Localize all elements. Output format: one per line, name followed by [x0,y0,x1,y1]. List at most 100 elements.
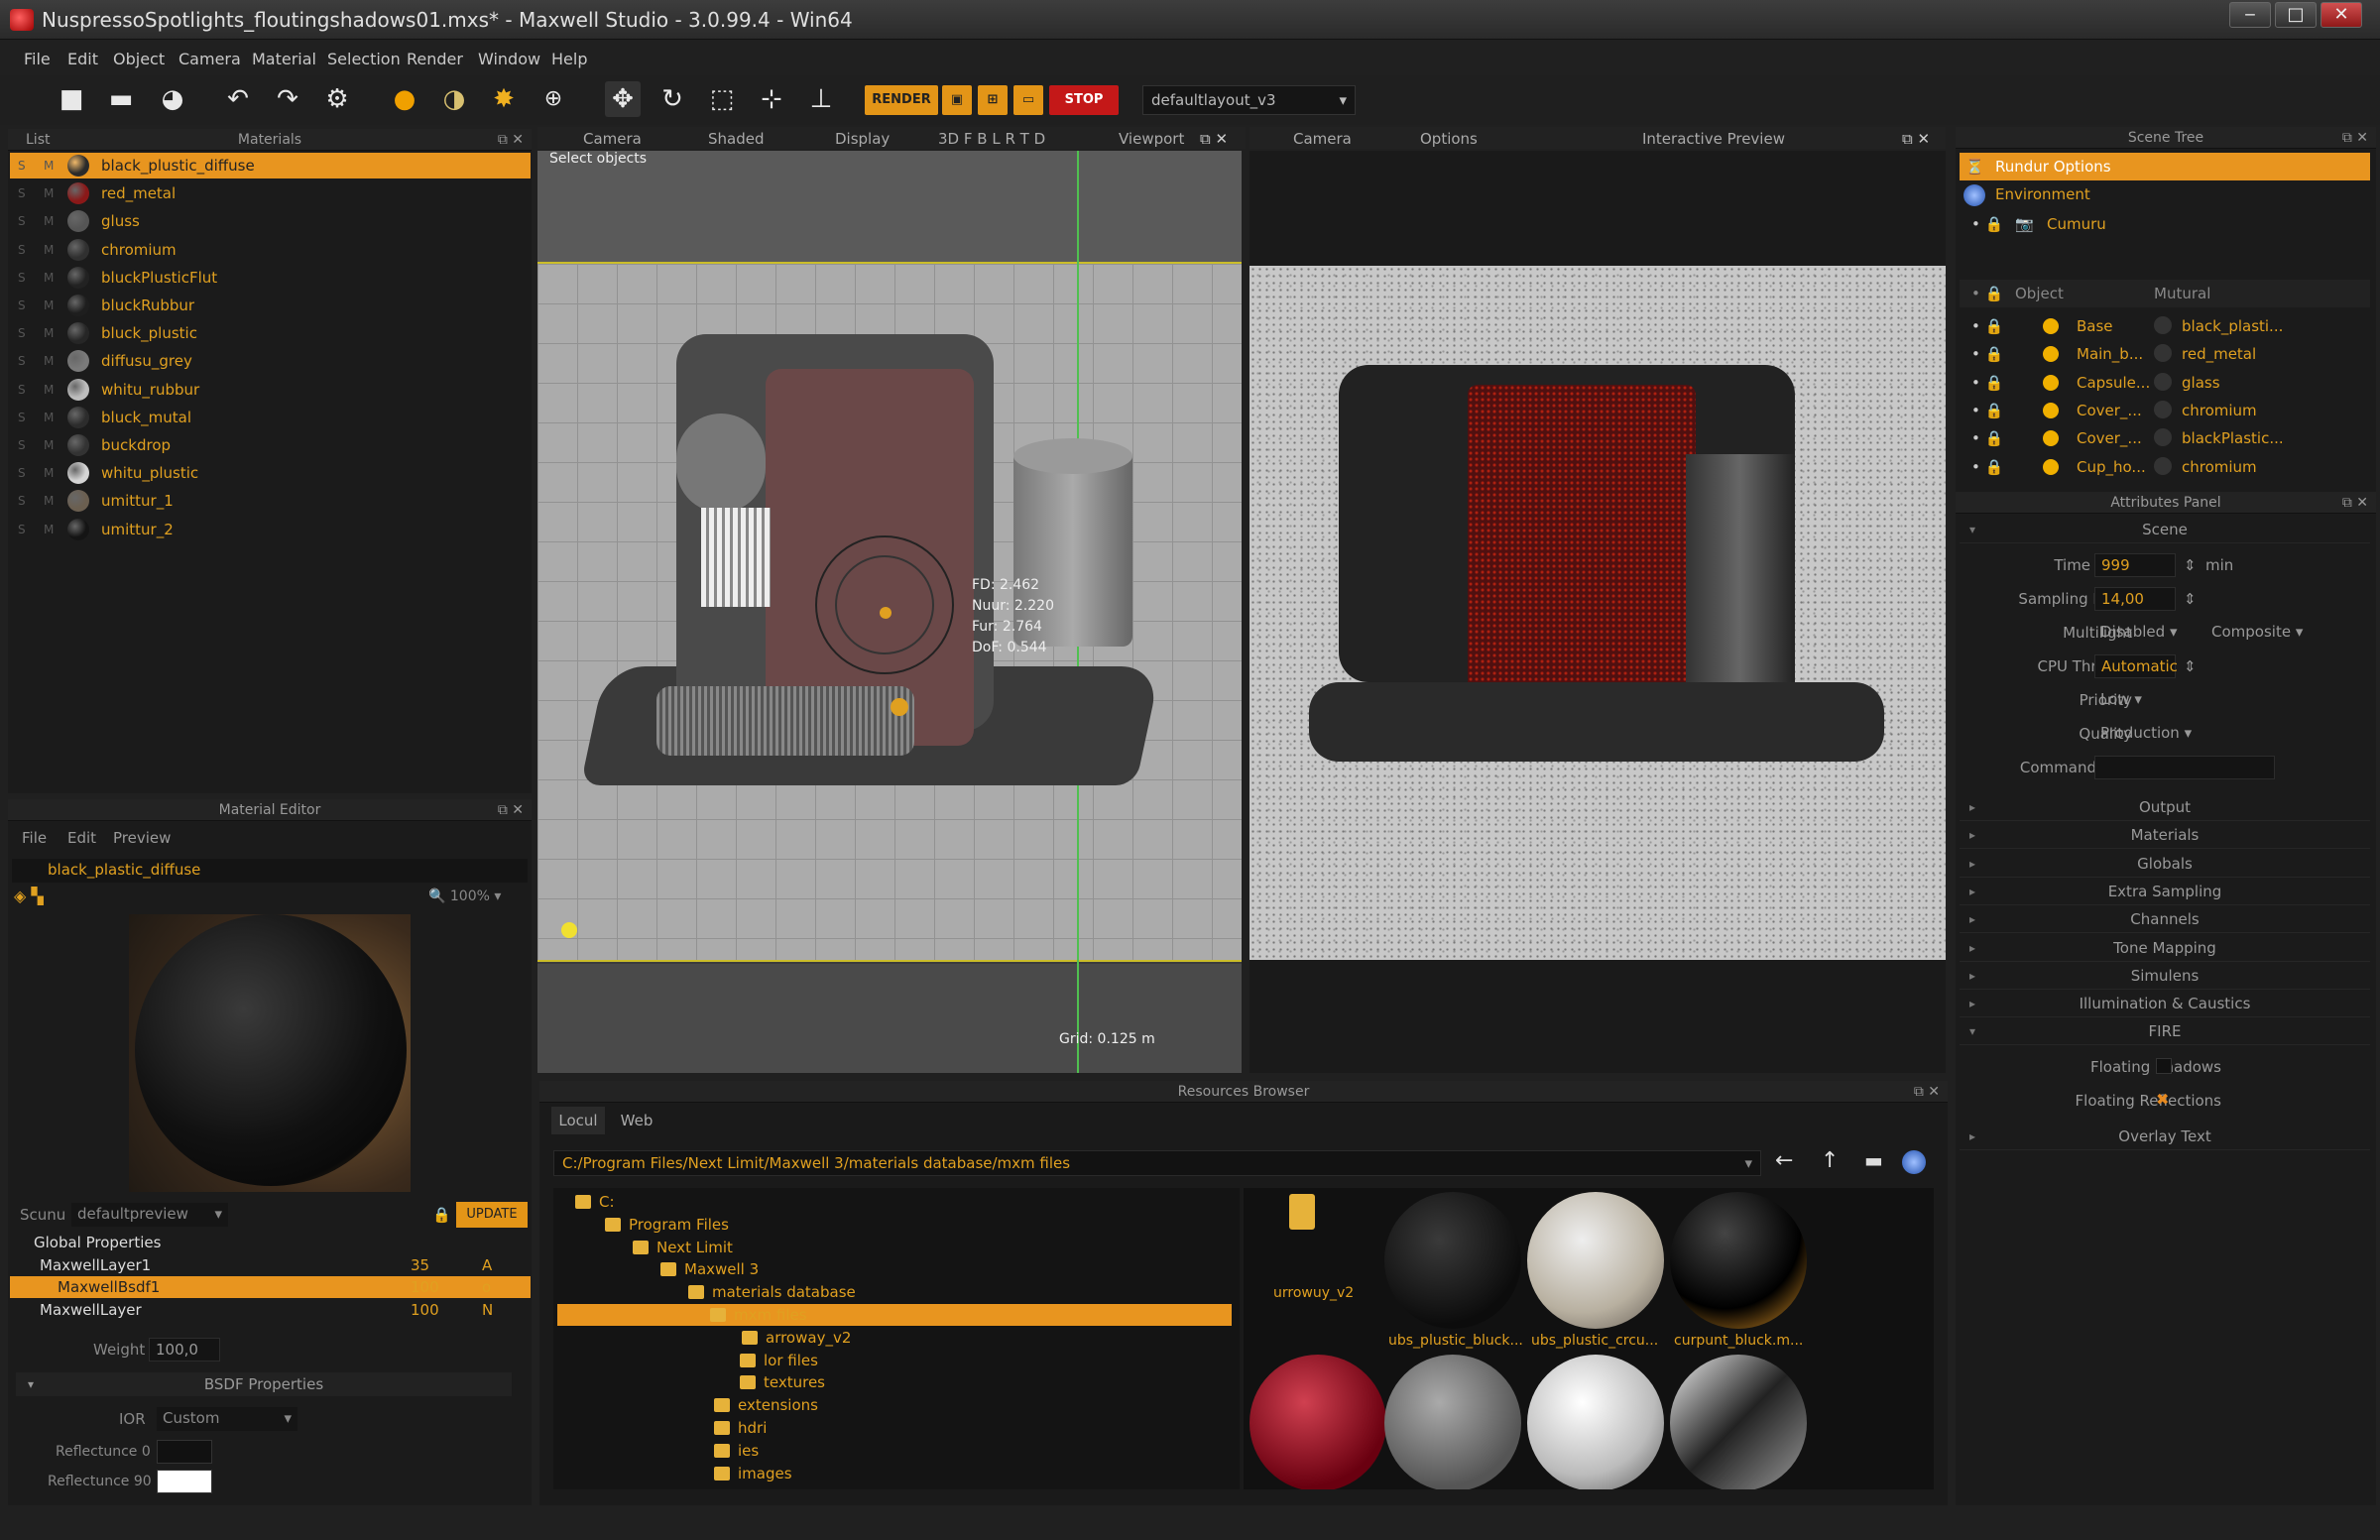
attribute-section[interactable]: ▸ Tone Mapping [1960,934,2370,962]
up-arrow-icon[interactable]: ↑ [1821,1148,1839,1173]
weight-input[interactable]: 100,0 [149,1338,220,1362]
move-icon[interactable]: ✥ [605,81,641,117]
folder-tree-item[interactable]: lor files [740,1350,818,1371]
folder-tree-item[interactable]: Program Files [605,1214,729,1236]
focus-target-icon[interactable] [880,607,892,619]
floating-reflections-checkbox[interactable]: ✖ [2156,1090,2169,1109]
select-toggle[interactable]: S [18,348,26,374]
sun-icon[interactable]: ✸ [486,81,522,117]
viewport-camera-menu[interactable]: Camera [583,130,642,148]
editor-menu-preview[interactable]: Preview [113,829,171,847]
preview-settings-icon[interactable]: ◈ ▚ [14,887,44,905]
update-button[interactable]: UPDATE [456,1202,528,1228]
menu-material[interactable]: Material [252,50,316,68]
maximize-button[interactable]: □ [2275,2,2317,28]
material-list-item[interactable]: S Mwhitu_plustic [10,460,531,486]
material-list-item[interactable]: S Mwhitu_rubbur [10,377,531,403]
stop-button[interactable]: STOP [1049,85,1119,115]
open-folder-icon[interactable]: ▬ [103,81,139,117]
camera-item[interactable]: • 🔒 📷 Cumuru [1960,210,2370,238]
select-toggle[interactable]: S [18,265,26,291]
undo-icon[interactable]: ↶ [220,81,256,117]
globe-icon[interactable] [1902,1150,1926,1174]
minimize-button[interactable]: ‒ [2229,2,2271,28]
select-toggle[interactable]: S [18,460,26,486]
attribute-section[interactable]: ▸ Globals [1960,850,2370,878]
composite-dropdown[interactable]: Composite ▾ [2205,621,2315,645]
priority-dropdown[interactable]: Low ▾ [2094,688,2194,712]
scene-section[interactable]: ▾ Scene [1960,516,2370,543]
lock-icon[interactable]: • 🔒 [1971,369,2003,397]
attribute-section[interactable]: ▸ Materials [1960,821,2370,850]
material-toggle[interactable]: M [44,517,54,542]
material-thumb[interactable] [1670,1355,1807,1489]
sampling-spinner-icon[interactable]: ⇕ [2184,590,2197,608]
attribute-section[interactable]: ▸ Channels [1960,905,2370,934]
material-list-item[interactable]: S Mbluck_plustic [10,320,531,346]
attribute-section[interactable]: ▸ Output [1960,793,2370,821]
object-row[interactable]: • 🔒 Cup_ho... chromium [1960,453,2370,481]
time-limit-input[interactable]: 999 [2094,553,2176,577]
material-name-field[interactable]: black_plastic_diffuse [12,859,528,883]
menu-help[interactable]: Help [551,50,587,68]
object-row[interactable]: • 🔒 Main_b... red_metal [1960,340,2370,368]
folder-tree-item[interactable]: extensions [714,1394,818,1416]
material-thumb[interactable] [1527,1192,1664,1329]
attribute-section[interactable]: ▾ FIRE [1960,1017,2370,1046]
folder-icon[interactable]: ▬ [1864,1148,1883,1172]
bsdf-properties-section[interactable]: ▾ BSDF Properties [16,1372,512,1396]
cpu-spinner-icon[interactable]: ⇕ [2184,657,2197,675]
editor-menu-edit[interactable]: Edit [67,829,96,847]
material-list-item[interactable]: S Mumittur_2 [10,517,531,542]
material-list-item[interactable]: S Mumittur_1 [10,488,531,514]
overlay-text-section[interactable]: ▸ Overlay Text [1960,1123,2370,1150]
menu-file[interactable]: File [24,50,51,68]
object-row[interactable]: • 🔒 Base black_plasti... [1960,312,2370,340]
folder-tree-item[interactable]: Maxwell 3 [660,1258,759,1280]
folder-tree-item[interactable]: mxm files [557,1304,1232,1326]
select-toggle[interactable]: S [18,237,26,263]
list-label[interactable]: List [26,129,50,151]
material-toggle[interactable]: M [44,153,54,178]
pivot-icon[interactable]: ⊹ [754,81,789,117]
material-ball-icon[interactable]: ● [387,81,422,117]
object-row[interactable]: • 🔒 Capsule... glass [1960,369,2370,397]
new-scene-icon[interactable]: ■ [54,81,89,117]
material-list-item[interactable]: S Mbuckdrop [10,432,531,458]
environment-item[interactable]: Environment [1960,180,2370,208]
thumbnail-grid[interactable]: urrowuy_v2 ubs_plustic_bluck... ubs_plus… [1244,1188,1934,1489]
layer-flag[interactable]: N [482,1299,493,1321]
material-list-item[interactable]: S MbluckPlusticFlut [10,265,531,291]
lock-icon[interactable]: • 🔒 [1971,397,2003,424]
close-icon[interactable]: ⧉ ✕ [1902,130,1930,148]
material-toggle[interactable]: M [44,237,54,263]
close-icon[interactable]: ⧉ ✕ [2342,127,2368,149]
material-list-item[interactable]: S MbluckRubbur [10,293,531,318]
select-toggle[interactable]: S [18,377,26,403]
save-icon[interactable]: ◕ [155,81,190,117]
material-toggle[interactable]: M [44,293,54,318]
preview-scene-dropdown[interactable]: defaultpreview ▾ [71,1203,228,1227]
material-toggle[interactable]: M [44,405,54,430]
lock-icon[interactable]: 🔒 [432,1206,451,1224]
folder-tree-item[interactable]: arroway_v2 [742,1327,851,1349]
scale-icon[interactable]: ⬚ [704,81,740,117]
close-icon[interactable]: ⧉ ✕ [498,129,524,151]
viewport-display-menu[interactable]: Display [835,130,890,148]
menu-selection[interactable]: Selection [327,50,401,68]
close-button[interactable]: ✕ [2320,2,2362,28]
material-toggle[interactable]: M [44,320,54,346]
gear-icon[interactable]: ⚙ [319,81,355,117]
focus-point-handle[interactable] [891,698,908,716]
layout-dropdown[interactable]: defaultlayout_v3 ▾ [1142,85,1356,115]
object-row[interactable]: • 🔒 Cover_... chromium [1960,397,2370,424]
material-thumb[interactable] [1250,1355,1386,1489]
folder-tree-item[interactable]: ies [714,1440,759,1462]
attribute-section[interactable]: ▸ Simulens [1960,962,2370,990]
multilight-dropdown[interactable]: Disabled ▾ [2094,621,2194,645]
material-toggle[interactable]: M [44,208,54,234]
render-button[interactable]: RENDER [865,85,938,115]
menu-object[interactable]: Object [113,50,165,68]
material-list-item[interactable]: S Mdiffusu_grey [10,348,531,374]
material-toggle[interactable]: M [44,432,54,458]
